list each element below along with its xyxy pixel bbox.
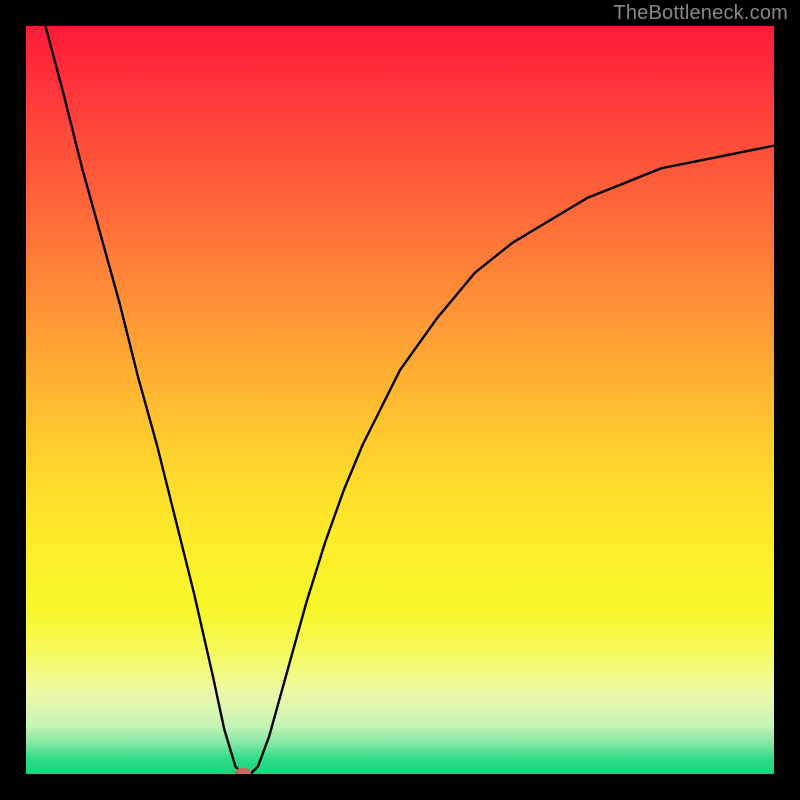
curve-svg xyxy=(26,26,774,774)
watermark-text: TheBottleneck.com xyxy=(613,2,788,25)
bottleneck-curve xyxy=(26,26,774,774)
optimum-marker xyxy=(235,768,251,774)
chart-frame: TheBottleneck.com xyxy=(0,0,800,800)
plot-area xyxy=(26,26,774,774)
